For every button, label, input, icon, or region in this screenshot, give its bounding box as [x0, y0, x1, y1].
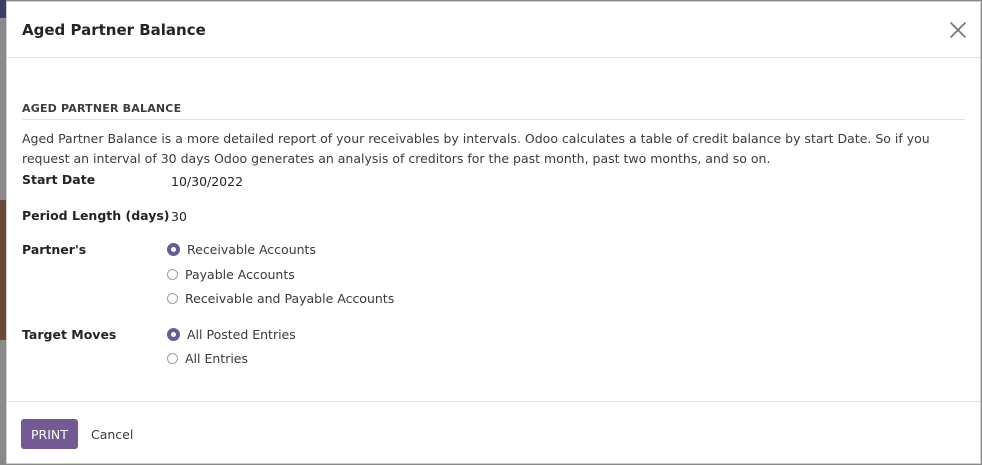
radio-checked-icon[interactable] — [167, 327, 180, 341]
radio-label: All Posted Entries — [187, 326, 296, 342]
print-button[interactable]: PRINT — [21, 419, 78, 449]
radio-unchecked-icon[interactable] — [167, 352, 178, 364]
start-date-field[interactable]: 10/30/2022 — [171, 174, 243, 189]
dialog-header: Aged Partner Balance — [7, 2, 980, 58]
close-button[interactable] — [946, 18, 970, 42]
radio-label: Payable Accounts — [185, 266, 295, 282]
radio-all-entries[interactable]: All Entries — [167, 349, 248, 367]
radio-label: Receivable Accounts — [187, 241, 316, 257]
radio-unchecked-icon[interactable] — [167, 292, 178, 304]
radio-receivable-and-payable-accounts[interactable]: Receivable and Payable Accounts — [167, 289, 394, 307]
radio-unchecked-icon[interactable] — [167, 268, 178, 280]
aged-partner-balance-dialog: Aged Partner Balance AGED PARTNER BALANC… — [6, 1, 981, 464]
radio-label: All Entries — [185, 350, 249, 366]
period-length-field[interactable]: 30 — [171, 209, 187, 224]
radio-payable-accounts[interactable]: Payable Accounts — [167, 265, 295, 283]
cancel-button[interactable]: Cancel — [91, 419, 133, 449]
radio-receivable-accounts[interactable]: Receivable Accounts — [167, 240, 316, 258]
start-date-label: Start Date — [22, 172, 96, 187]
dialog-footer: PRINT Cancel — [7, 401, 980, 464]
radio-all-posted-entries[interactable]: All Posted Entries — [167, 325, 296, 343]
dialog-title: Aged Partner Balance — [22, 21, 206, 39]
period-length-label: Period Length (days) — [22, 208, 170, 223]
partners-label: Partner's — [22, 242, 87, 257]
section-title: AGED PARTNER BALANCE — [22, 102, 965, 120]
target-moves-label: Target Moves — [22, 327, 117, 342]
close-icon — [950, 22, 966, 38]
radio-label: Receivable and Payable Accounts — [185, 290, 395, 306]
radio-checked-icon[interactable] — [167, 242, 180, 256]
report-description: Aged Partner Balance is a more detailed … — [22, 131, 930, 166]
